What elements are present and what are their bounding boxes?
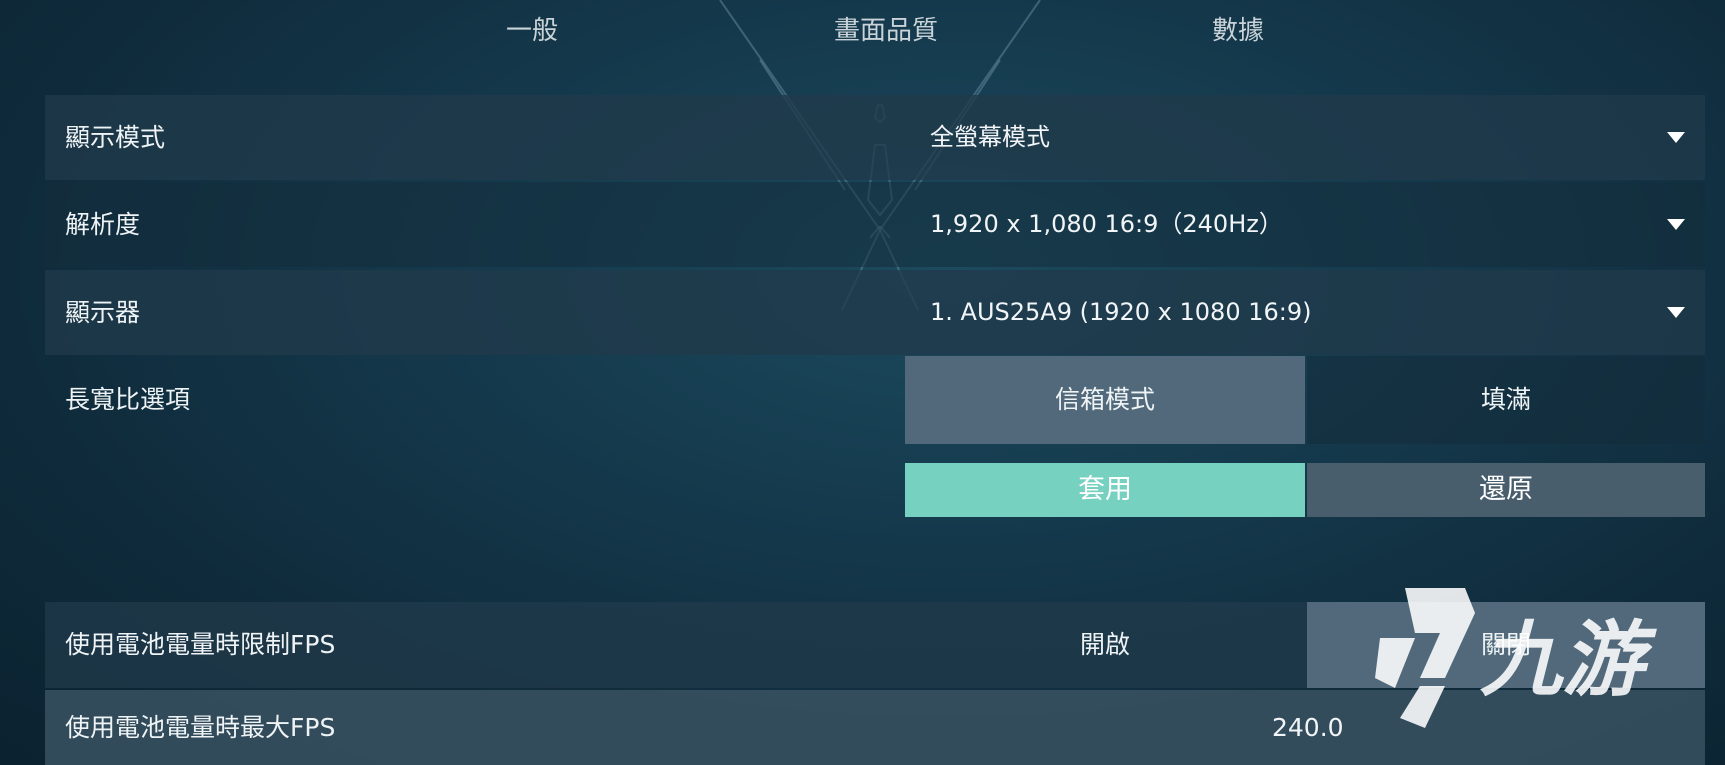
- chevron-down-icon: [1667, 132, 1685, 143]
- battery-fps-limit-label: 使用電池電量時限制FPS: [65, 630, 336, 659]
- tab-general[interactable]: 一般: [506, 10, 558, 47]
- battery-max-fps-label: 使用電池電量時最大FPS: [65, 713, 336, 742]
- display-mode-dropdown[interactable]: 全螢幕模式: [905, 95, 1705, 180]
- display-mode-value: 全螢幕模式: [930, 123, 1050, 151]
- battery-max-fps-value[interactable]: 240.0: [1272, 690, 1344, 765]
- apply-button[interactable]: 套用: [905, 463, 1305, 517]
- resolution-value: 1,920 x 1,080 16:9（240Hz）: [930, 210, 1283, 238]
- monitor-value: 1. AUS25A9 (1920 x 1080 16:9): [930, 298, 1312, 326]
- aspect-fill-option[interactable]: 填滿: [1307, 356, 1705, 444]
- jiuyou-logo: 九游: [1375, 588, 1657, 728]
- monitor-row: 顯示器 1. AUS25A9 (1920 x 1080 16:9): [45, 270, 1705, 355]
- aspect-letterbox-option[interactable]: 信箱模式: [905, 356, 1305, 444]
- resolution-dropdown[interactable]: 1,920 x 1,080 16:9（240Hz）: [905, 182, 1705, 267]
- chevron-down-icon: [1667, 307, 1685, 318]
- display-mode-label: 顯示模式: [65, 123, 166, 152]
- battery-fps-on-option[interactable]: 開啟: [905, 602, 1305, 688]
- tab-graphics-quality[interactable]: 畫面品質: [834, 10, 938, 47]
- resolution-label: 解析度: [65, 210, 141, 239]
- monitor-dropdown[interactable]: 1. AUS25A9 (1920 x 1080 16:9): [905, 270, 1705, 355]
- display-mode-row: 顯示模式 全螢幕模式: [45, 95, 1705, 180]
- revert-button[interactable]: 還原: [1307, 463, 1705, 517]
- aspect-ratio-label: 長寬比選項: [65, 385, 191, 414]
- tab-stats[interactable]: 數據: [1212, 10, 1264, 47]
- chevron-down-icon: [1667, 219, 1685, 230]
- monitor-label: 顯示器: [65, 298, 141, 327]
- settings-tabs: 一般 畫面品質 數據: [0, 0, 1725, 56]
- resolution-row: 解析度 1,920 x 1,080 16:9（240Hz）: [45, 182, 1705, 267]
- watermark-text: 九游: [1480, 613, 1657, 708]
- aspect-ratio-row: 長寬比選項 信箱模式 填滿: [45, 356, 1705, 444]
